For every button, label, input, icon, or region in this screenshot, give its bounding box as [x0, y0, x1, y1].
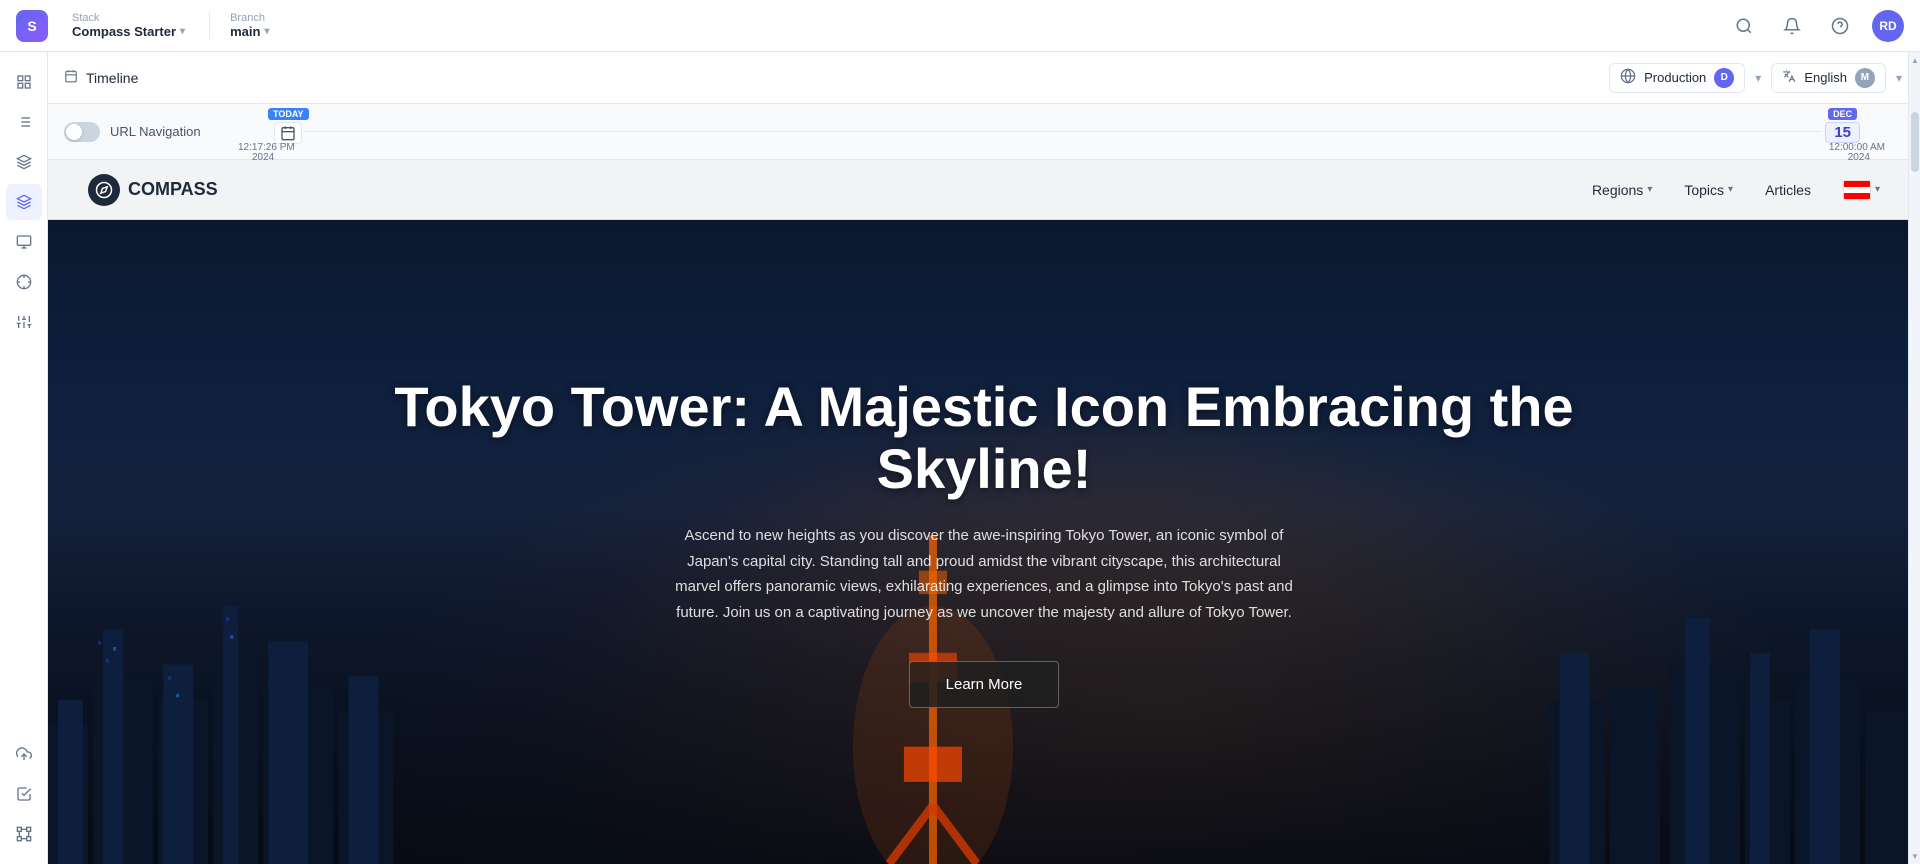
- sidebar-icon-grid[interactable]: [6, 64, 42, 100]
- compass-nav-links: Regions ▾ Topics ▾ Articles ▾: [1592, 180, 1880, 200]
- language-label: English: [1804, 70, 1847, 85]
- website-preview: COMPASS Regions ▾ Topics ▾ Articles: [48, 160, 1920, 864]
- stack-label: Stack: [72, 12, 185, 24]
- compass-logo-text: COMPASS: [128, 179, 218, 200]
- language-selector[interactable]: English M: [1771, 63, 1886, 93]
- topics-chevron-icon: ▾: [1728, 184, 1733, 195]
- compass-logo: COMPASS: [88, 174, 218, 206]
- hero-subtitle: Ascend to new heights as you discover th…: [674, 523, 1294, 625]
- environment-label: Production: [1644, 70, 1706, 85]
- url-nav-label: URL Navigation: [110, 124, 201, 139]
- hero-background: COMPASS Regions ▾ Topics ▾ Articles: [48, 160, 1920, 864]
- flag-icon: [1843, 180, 1871, 200]
- sidebar-icon-layers[interactable]: [6, 184, 42, 220]
- scrollbar-thumb[interactable]: [1911, 112, 1919, 172]
- sidebar-icon-check[interactable]: [6, 776, 42, 812]
- notifications-button[interactable]: [1776, 10, 1808, 42]
- sidebar-icon-upload[interactable]: [6, 736, 42, 772]
- today-year: 2024: [252, 152, 274, 163]
- timeline-right: Production D ▾ English M ▾: [1609, 63, 1904, 93]
- help-button[interactable]: [1824, 10, 1856, 42]
- dec-year: 2024: [1848, 152, 1870, 163]
- today-calendar-icon: [274, 122, 302, 144]
- search-button[interactable]: [1728, 10, 1760, 42]
- main-content: COMPASS Regions ▾ Topics ▾ Articles: [48, 160, 1920, 864]
- branch-info: Branch main ▾: [209, 12, 269, 39]
- nav-link-topics[interactable]: Topics ▾: [1684, 182, 1733, 198]
- today-badge: TODAY: [268, 108, 309, 120]
- sidebar-icon-crosshair[interactable]: [6, 264, 42, 300]
- timeline-title: Timeline: [64, 69, 138, 86]
- dec-badge: DEC: [1828, 108, 1857, 120]
- hero-content: Tokyo Tower: A Majestic Icon Embracing t…: [48, 220, 1920, 864]
- top-bar: S Stack Compass Starter ▾ Branch main ▾ …: [0, 0, 1920, 52]
- stack-name[interactable]: Compass Starter ▾: [72, 24, 185, 39]
- sidebar-icon-connection[interactable]: [6, 816, 42, 852]
- user-avatar[interactable]: RD: [1872, 10, 1904, 42]
- branch-label: Branch: [230, 12, 269, 24]
- stack-logo-icon: S: [16, 10, 48, 42]
- compass-logo-icon: [88, 174, 120, 206]
- scrollbar-up-arrow[interactable]: ▲: [1909, 52, 1920, 68]
- language-chevron-icon[interactable]: ▾: [1894, 69, 1904, 87]
- flag-chevron-icon: ▾: [1875, 184, 1880, 195]
- url-nav-toggle[interactable]: [64, 122, 100, 142]
- compass-navbar: COMPASS Regions ▾ Topics ▾ Articles: [48, 160, 1920, 220]
- scrollbar-down-arrow[interactable]: ▼: [1909, 848, 1920, 864]
- sidebar-icon-frame[interactable]: [6, 224, 42, 260]
- nav-link-regions[interactable]: Regions ▾: [1592, 182, 1652, 198]
- branch-chevron-icon: ▾: [264, 26, 269, 37]
- left-sidebar: [0, 52, 48, 864]
- hero-title: Tokyo Tower: A Majestic Icon Embracing t…: [348, 376, 1620, 499]
- url-nav-bar: URL Navigation TODAY 12:17:26 PM 2024 DE…: [48, 104, 1920, 160]
- environment-selector[interactable]: Production D: [1609, 63, 1745, 93]
- timeline-bar: Timeline Production D ▾ English M ▾: [48, 52, 1920, 104]
- top-bar-right: RD: [1728, 10, 1920, 42]
- sidebar-icon-list[interactable]: [6, 104, 42, 140]
- right-scrollbar: ▲ ▼: [1908, 52, 1920, 864]
- nav-link-articles[interactable]: Articles: [1765, 182, 1811, 198]
- stack-info: Stack Compass Starter ▾: [72, 12, 185, 39]
- timeline-title-text: Timeline: [86, 70, 138, 86]
- regions-chevron-icon: ▾: [1647, 184, 1652, 195]
- timeline-line: [304, 131, 1820, 132]
- branch-name[interactable]: main ▾: [230, 24, 269, 39]
- stack-chevron-icon: ▾: [180, 26, 185, 37]
- sidebar-icon-sliders[interactable]: [6, 304, 42, 340]
- dec-day: 15: [1825, 122, 1860, 143]
- learn-more-button[interactable]: Learn More: [909, 661, 1060, 708]
- flag-selector[interactable]: ▾: [1843, 180, 1880, 200]
- sidebar-icon-components[interactable]: [6, 144, 42, 180]
- timeline-icon: [64, 69, 78, 86]
- environment-chevron-icon[interactable]: ▾: [1753, 69, 1763, 87]
- environment-badge: D: [1714, 68, 1734, 88]
- toggle-knob: [66, 124, 82, 140]
- top-bar-left: S Stack Compass Starter ▾ Branch main ▾: [0, 10, 285, 42]
- language-badge: M: [1855, 68, 1875, 88]
- language-icon: [1782, 69, 1796, 86]
- environment-icon: [1620, 68, 1636, 87]
